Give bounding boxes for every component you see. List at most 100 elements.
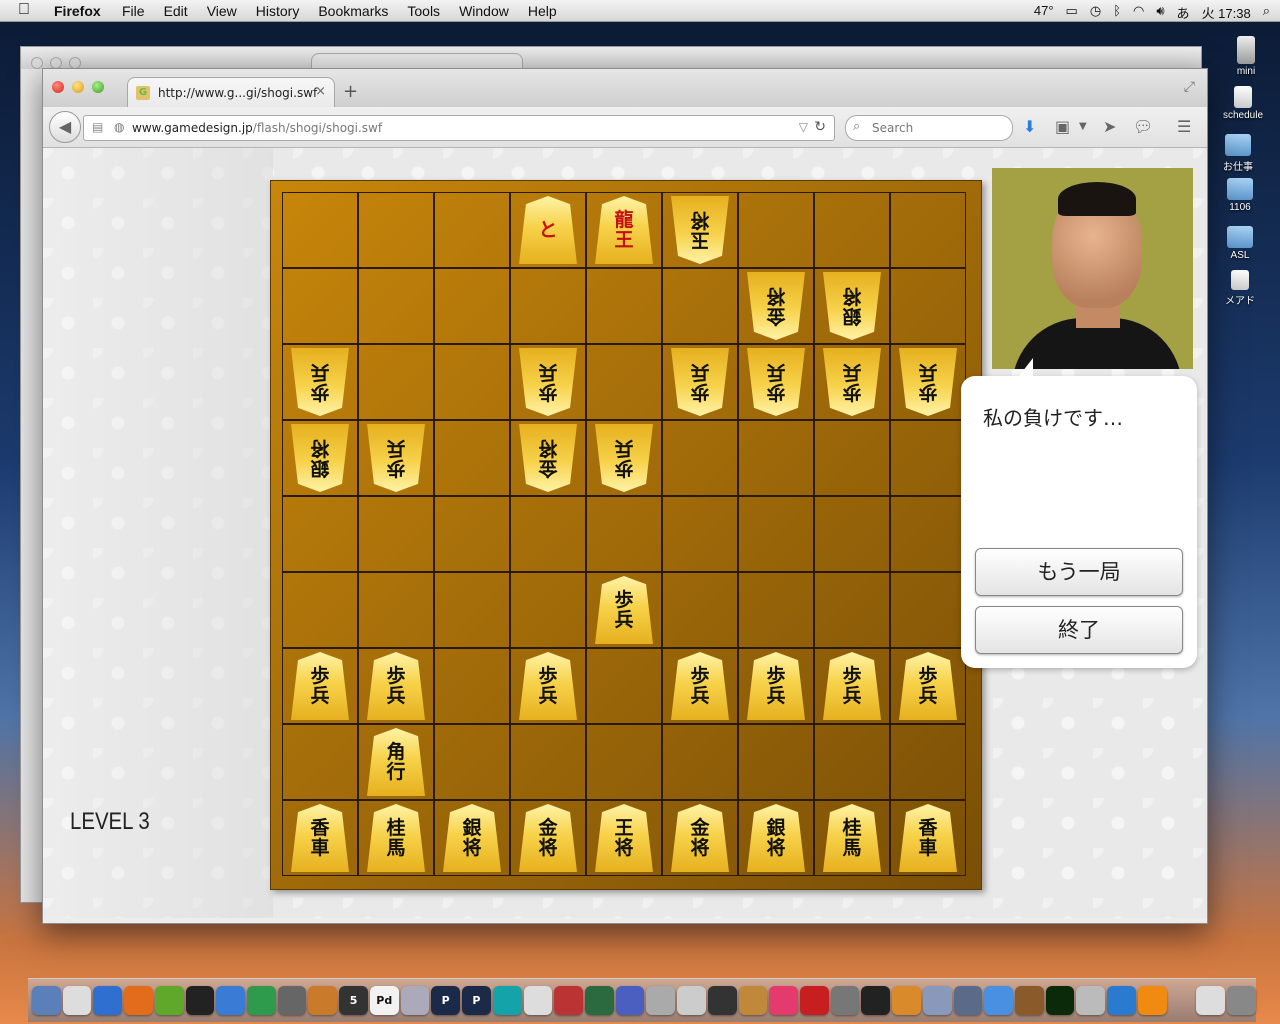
board-square[interactable] xyxy=(434,496,510,572)
shogi-piece[interactable]: 歩兵 xyxy=(291,348,349,416)
shogi-piece[interactable]: 龍王 xyxy=(595,196,653,264)
board-square[interactable] xyxy=(434,420,510,496)
shogi-piece[interactable]: 歩兵 xyxy=(823,652,881,720)
pen-icon[interactable] xyxy=(953,986,983,1015)
volume-icon[interactable]: 🔊︎ xyxy=(1156,3,1164,22)
board-square[interactable] xyxy=(282,268,358,344)
display-icon[interactable]: ▭ xyxy=(1066,3,1078,22)
board-square[interactable] xyxy=(510,724,586,800)
desktop-icon-1106[interactable]: 1106 xyxy=(1210,178,1270,213)
shogi-piece[interactable]: 玉将 xyxy=(671,196,729,264)
shogi-piece[interactable]: 金将 xyxy=(519,804,577,872)
shogi-piece[interactable]: 歩兵 xyxy=(595,424,653,492)
board-square[interactable] xyxy=(358,496,434,572)
edit-icon[interactable] xyxy=(615,986,645,1015)
shogi-piece[interactable]: 歩兵 xyxy=(519,652,577,720)
pictures-icon[interactable] xyxy=(677,986,706,1015)
tool-icon[interactable] xyxy=(554,986,583,1015)
speaker-icon[interactable] xyxy=(830,986,860,1015)
guitar-icon[interactable] xyxy=(738,986,768,1015)
minimize-window-button[interactable] xyxy=(72,81,84,93)
folder-app-icon[interactable] xyxy=(1015,986,1044,1015)
monitor-icon[interactable] xyxy=(584,986,614,1015)
shogi-piece[interactable]: 歩兵 xyxy=(519,348,577,416)
fullscreen-icon[interactable]: ⤢ xyxy=(1184,79,1195,95)
menu-help[interactable]: Help xyxy=(528,3,557,19)
vnc-icon[interactable] xyxy=(216,986,246,1015)
zoom-window-button[interactable] xyxy=(92,81,104,93)
finder-icon[interactable] xyxy=(32,986,61,1015)
menu-bookmarks[interactable]: Bookmarks xyxy=(318,3,388,19)
board-square[interactable] xyxy=(890,420,966,496)
ib-icon[interactable] xyxy=(154,986,184,1015)
shogi-piece[interactable]: 歩兵 xyxy=(899,348,957,416)
board-square[interactable] xyxy=(282,724,358,800)
spotlight-icon[interactable]: ⌕ xyxy=(1263,3,1270,22)
trash-icon[interactable] xyxy=(1227,986,1256,1015)
tab-shogi[interactable]: G http://www.g...gi/shogi.swf × xyxy=(127,77,335,108)
board-square[interactable] xyxy=(814,724,890,800)
firefox-icon[interactable] xyxy=(124,986,153,1015)
board-square[interactable] xyxy=(282,496,358,572)
board-square[interactable] xyxy=(890,572,966,648)
shogi-piece[interactable]: 金将 xyxy=(747,272,805,340)
terminal-icon[interactable] xyxy=(185,986,215,1015)
close-window-button[interactable] xyxy=(52,81,64,93)
vnc-2-icon[interactable] xyxy=(247,986,276,1015)
board-square[interactable] xyxy=(358,344,434,420)
flash-icon[interactable] xyxy=(799,986,829,1015)
board-square[interactable] xyxy=(586,496,662,572)
shogi-piece[interactable]: 銀将 xyxy=(747,804,805,872)
board-square[interactable] xyxy=(434,192,510,268)
arduino-icon[interactable] xyxy=(492,986,522,1015)
input-method-indicator[interactable]: あ xyxy=(1177,3,1190,22)
board-square[interactable] xyxy=(814,420,890,496)
url-bar[interactable]: ▤ ◍ www.gamedesign.jp/flash/shogi/shogi.… xyxy=(83,115,835,141)
shogi-piece[interactable]: 歩兵 xyxy=(899,652,957,720)
shogi-piece[interactable]: 角行 xyxy=(367,728,425,796)
desktop-icon-oshigoto[interactable]: お仕事 xyxy=(1208,134,1268,173)
shogi-piece[interactable]: 王将 xyxy=(595,804,653,872)
itunes-icon[interactable] xyxy=(769,986,798,1015)
dictionary-icon[interactable] xyxy=(62,986,92,1015)
board-square[interactable] xyxy=(662,420,738,496)
vlc-icon[interactable] xyxy=(1137,986,1167,1015)
bluetooth-icon[interactable]: ᛒ xyxy=(1113,3,1121,22)
board-square[interactable] xyxy=(358,572,434,648)
board-square[interactable] xyxy=(814,496,890,572)
shogi-piece[interactable]: 銀将 xyxy=(443,804,501,872)
page-identity-icon[interactable]: ▤ xyxy=(92,120,103,134)
menu-tools[interactable]: Tools xyxy=(407,3,440,19)
board-square[interactable] xyxy=(890,496,966,572)
board-square[interactable] xyxy=(738,572,814,648)
chat-icon[interactable]: 💬︎ xyxy=(1133,117,1153,136)
bird-icon[interactable] xyxy=(892,986,921,1015)
board-square[interactable] xyxy=(662,496,738,572)
board-square[interactable] xyxy=(510,268,586,344)
documents-stack-icon[interactable] xyxy=(1196,986,1226,1015)
reload-icon[interactable]: ↻ xyxy=(814,119,826,135)
desktop-icon-mini[interactable]: mini xyxy=(1216,36,1276,77)
piano-icon[interactable] xyxy=(707,986,737,1015)
board-square[interactable] xyxy=(662,572,738,648)
board-square[interactable] xyxy=(586,344,662,420)
safari-icon[interactable] xyxy=(93,986,123,1015)
menu-window[interactable]: Window xyxy=(459,3,509,19)
shogi-piece[interactable]: 金将 xyxy=(519,424,577,492)
p-app-icon[interactable]: P xyxy=(431,986,461,1015)
menu-view[interactable]: View xyxy=(207,3,237,19)
menu-icon[interactable]: ☰ xyxy=(1177,117,1191,136)
shogi-piece[interactable]: 銀将 xyxy=(823,272,881,340)
back-button[interactable]: ◀ xyxy=(49,111,81,143)
bookmarks-dropdown-icon[interactable]: ▼ xyxy=(1079,121,1087,132)
board-square[interactable] xyxy=(434,572,510,648)
shogi-piece[interactable]: 歩兵 xyxy=(291,652,349,720)
menu-edit[interactable]: Edit xyxy=(164,3,188,19)
app-menu[interactable]: Firefox xyxy=(54,3,101,19)
board-square[interactable] xyxy=(282,572,358,648)
p-app-2-icon[interactable]: P xyxy=(462,986,491,1015)
desktop-icon-schedule[interactable]: schedule xyxy=(1213,86,1273,121)
board-square[interactable] xyxy=(282,192,358,268)
box-icon[interactable] xyxy=(400,986,430,1015)
shogi-piece[interactable]: 歩兵 xyxy=(595,576,653,644)
